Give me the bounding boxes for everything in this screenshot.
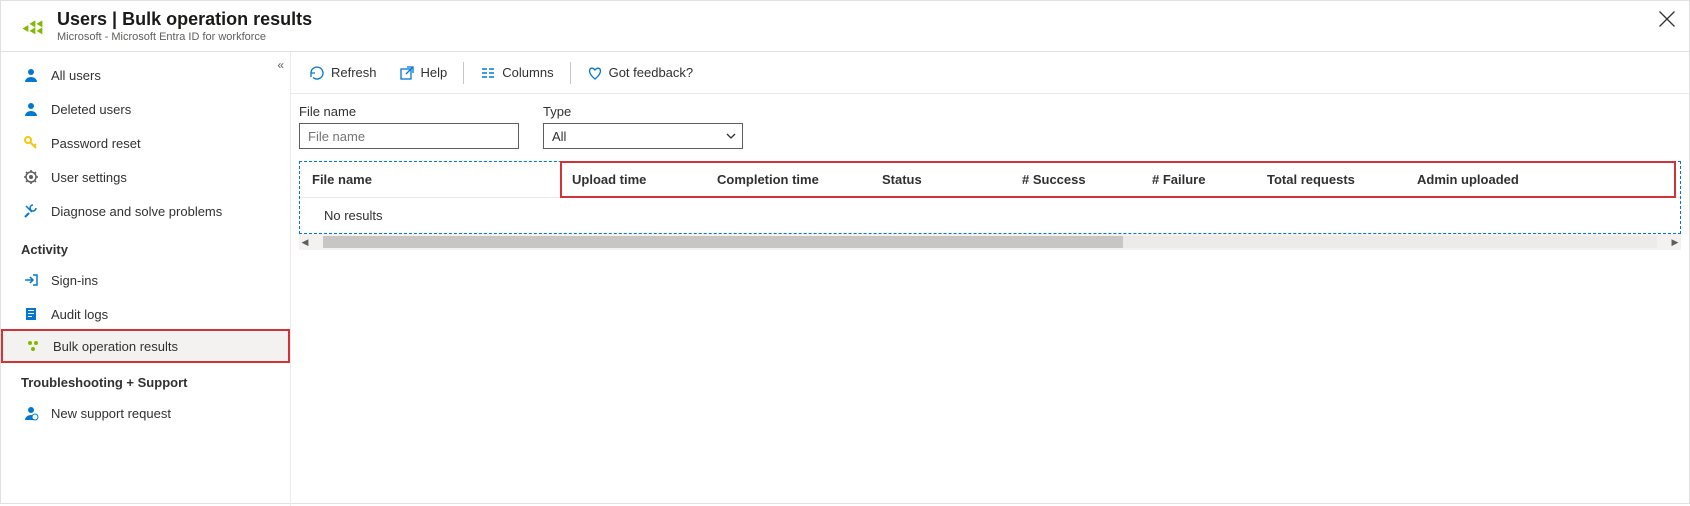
refresh-icon xyxy=(309,65,325,81)
toolbar: Refresh Help Columns Got feedback xyxy=(291,52,1689,94)
entra-logo-icon xyxy=(19,11,47,39)
column-header-admin-uploaded[interactable]: Admin uploaded xyxy=(1405,172,1555,187)
column-header-success[interactable]: # Success xyxy=(1010,172,1140,187)
empty-state: No results xyxy=(300,198,1680,233)
sidebar-item-label: Deleted users xyxy=(51,102,131,117)
signin-icon xyxy=(23,272,39,288)
toolbar-label: Columns xyxy=(502,65,553,80)
type-filter-value: All xyxy=(552,129,566,144)
page-header: Users | Bulk operation results Microsoft… xyxy=(1,1,1689,52)
sidebar-item-password-reset[interactable]: Password reset xyxy=(1,126,290,160)
sidebar-item-diagnose[interactable]: Diagnose and solve problems xyxy=(1,194,290,228)
main-content: Refresh Help Columns Got feedback xyxy=(291,52,1689,506)
sidebar-section-support: Troubleshooting + Support xyxy=(1,361,290,396)
horizontal-scrollbar[interactable]: ◀ ▶ xyxy=(299,234,1681,250)
sidebar-item-audit-logs[interactable]: Audit logs xyxy=(1,297,290,331)
column-header-upload-time[interactable]: Upload time xyxy=(560,172,705,187)
sidebar-item-new-support[interactable]: New support request xyxy=(1,396,290,430)
scroll-track[interactable] xyxy=(323,236,1657,248)
type-filter-select[interactable]: All xyxy=(543,123,743,149)
column-header-completion-time[interactable]: Completion time xyxy=(705,172,870,187)
scroll-left-icon[interactable]: ◀ xyxy=(299,237,311,248)
external-link-icon xyxy=(399,65,415,81)
collapse-sidebar-icon[interactable]: « xyxy=(277,58,284,72)
heart-icon xyxy=(587,65,603,81)
toolbar-separator xyxy=(570,62,571,84)
sidebar-section-activity: Activity xyxy=(1,228,290,263)
feedback-button[interactable]: Got feedback? xyxy=(577,59,704,87)
column-header-status[interactable]: Status xyxy=(870,172,1010,187)
scroll-right-icon[interactable]: ▶ xyxy=(1669,237,1681,248)
toolbar-separator xyxy=(463,62,464,84)
columns-icon xyxy=(480,65,496,81)
toolbar-label: Got feedback? xyxy=(609,65,694,80)
filename-filter-label: File name xyxy=(299,104,519,119)
type-filter-label: Type xyxy=(543,104,743,119)
toolbar-label: Help xyxy=(421,65,448,80)
sidebar-item-label: Bulk operation results xyxy=(53,339,178,354)
user-icon xyxy=(23,101,39,117)
log-icon xyxy=(23,306,39,322)
sidebar-item-all-users[interactable]: All users xyxy=(1,58,290,92)
sidebar-item-bulk-results[interactable]: Bulk operation results xyxy=(1,329,290,363)
column-header-filename[interactable]: File name xyxy=(300,172,560,187)
filename-filter-input[interactable] xyxy=(299,123,519,149)
support-icon xyxy=(23,405,39,421)
column-header-failure[interactable]: # Failure xyxy=(1140,172,1255,187)
sidebar-item-label: New support request xyxy=(51,406,171,421)
refresh-button[interactable]: Refresh xyxy=(299,59,387,87)
key-icon xyxy=(23,135,39,151)
table-header-row: File name Upload time Completion time St… xyxy=(300,162,1680,198)
bulk-icon xyxy=(25,338,41,354)
sidebar-item-sign-ins[interactable]: Sign-ins xyxy=(1,263,290,297)
wrench-icon xyxy=(23,203,39,219)
sidebar-item-user-settings[interactable]: User settings xyxy=(1,160,290,194)
toolbar-label: Refresh xyxy=(331,65,377,80)
close-icon[interactable] xyxy=(1657,9,1677,29)
sidebar-item-label: Diagnose and solve problems xyxy=(51,204,222,219)
results-table: File name Upload time Completion time St… xyxy=(299,161,1681,234)
page-title: Users | Bulk operation results xyxy=(57,9,1675,30)
columns-button[interactable]: Columns xyxy=(470,59,563,87)
column-header-total-requests[interactable]: Total requests xyxy=(1255,172,1405,187)
help-button[interactable]: Help xyxy=(389,59,458,87)
user-icon xyxy=(23,67,39,83)
sidebar: « All users Deleted users Password reset… xyxy=(1,52,291,506)
sidebar-item-label: Password reset xyxy=(51,136,141,151)
chevron-down-icon xyxy=(725,130,737,142)
filter-bar: File name Type All xyxy=(291,94,1689,161)
sidebar-item-deleted-users[interactable]: Deleted users xyxy=(1,92,290,126)
scroll-thumb[interactable] xyxy=(323,236,1123,248)
page-subtitle: Microsoft - Microsoft Entra ID for workf… xyxy=(57,31,1675,43)
sidebar-item-label: Sign-ins xyxy=(51,273,98,288)
sidebar-item-label: Audit logs xyxy=(51,307,108,322)
gear-icon xyxy=(23,169,39,185)
sidebar-item-label: User settings xyxy=(51,170,127,185)
sidebar-item-label: All users xyxy=(51,68,101,83)
